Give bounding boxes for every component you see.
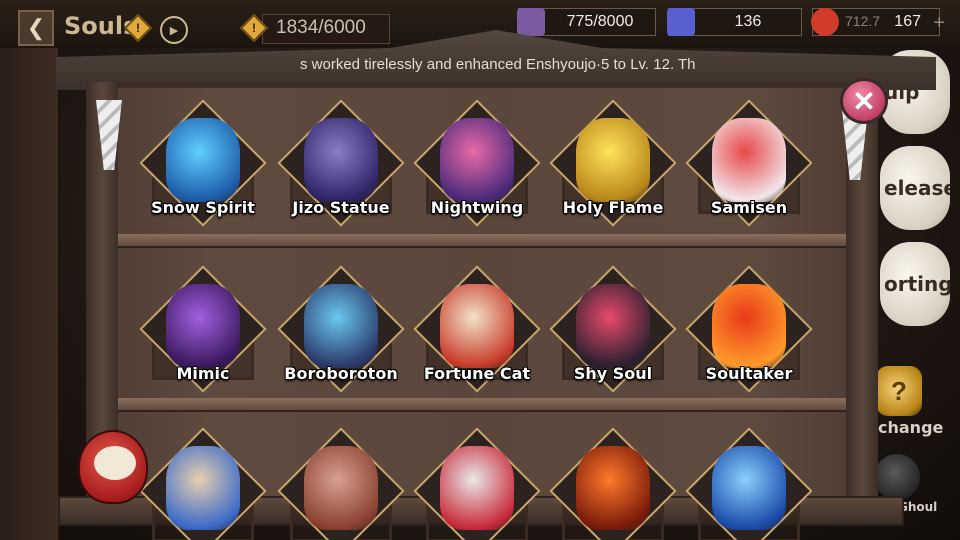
close-button[interactable]: ✕: [840, 78, 888, 124]
play-icon[interactable]: ▶: [160, 16, 188, 44]
back-button[interactable]: ❮: [18, 10, 54, 46]
back-arrow-icon: ❮: [26, 15, 46, 40]
soul-art: [576, 446, 650, 530]
soul-art: [166, 118, 240, 202]
soul-name: Samisen: [710, 198, 788, 217]
jade-resource[interactable]: 136: [667, 8, 802, 36]
close-icon: ✕: [852, 85, 876, 117]
soul-art: [304, 446, 378, 530]
soul-art: [166, 284, 240, 368]
stamina-resource[interactable]: 775/8000: [517, 8, 656, 36]
sorting-button[interactable]: orting: [880, 242, 950, 326]
ghoul-icon[interactable]: [872, 452, 922, 502]
soul-name: Mimic: [176, 364, 230, 383]
soul-name: Shy Soul: [573, 364, 653, 383]
jade-icon: [667, 8, 695, 36]
shelf-plank: [118, 398, 846, 412]
sorting-label: orting: [884, 272, 950, 296]
soul-name: Snow Spirit: [151, 198, 255, 217]
soul-name: Boroboroton: [284, 364, 398, 383]
daruma-icon[interactable]: [78, 430, 148, 504]
event-currency-icon: [811, 8, 839, 36]
soul-card[interactable]: Samisen: [685, 99, 813, 230]
soul-card[interactable]: [277, 427, 405, 540]
soul-card[interactable]: Mimic: [139, 265, 267, 396]
soul-art: [712, 284, 786, 368]
soul-art: [712, 446, 786, 530]
soul-art: [166, 446, 240, 530]
soul-capacity: 1834/6000: [276, 17, 366, 38]
soul-art: [712, 118, 786, 202]
soul-name: Fortune Cat: [423, 364, 531, 383]
left-wall: [0, 40, 60, 540]
soul-art: [440, 446, 514, 530]
stamina-icon: [517, 8, 545, 36]
soul-name: Soultaker: [705, 364, 793, 383]
release-button[interactable]: elease: [880, 146, 950, 230]
soul-card[interactable]: Jizo Statue: [277, 99, 405, 230]
soul-name: Jizo Statue: [292, 198, 390, 217]
jade-value: 136: [734, 13, 762, 30]
soul-art: [304, 284, 378, 368]
change-label[interactable]: change: [878, 418, 943, 437]
soul-card[interactable]: [413, 427, 541, 540]
shelf-plank: [118, 234, 846, 248]
soul-card[interactable]: Snow Spirit: [139, 99, 267, 230]
change-icon[interactable]: ?: [876, 366, 922, 416]
soul-art: [576, 118, 650, 202]
soul-card[interactable]: Boroboroton: [277, 265, 405, 396]
event-currency-resource[interactable]: 167 712.7 +: [811, 8, 945, 36]
soul-card[interactable]: Shy Soul: [549, 265, 677, 396]
stamina-value: 775/8000: [566, 13, 634, 30]
overlay-value: 712.7: [845, 13, 881, 29]
soul-card[interactable]: [549, 427, 677, 540]
soul-art: [576, 284, 650, 368]
soul-name: Holy Flame: [562, 198, 664, 217]
soul-art: [440, 118, 514, 202]
soul-name: Nightwing: [430, 198, 524, 217]
soul-card[interactable]: Fortune Cat: [413, 265, 541, 396]
soul-card[interactable]: [685, 427, 813, 540]
add-currency-icon[interactable]: +: [933, 12, 945, 35]
soul-card[interactable]: [139, 427, 267, 540]
soul-art: [440, 284, 514, 368]
soul-card[interactable]: Nightwing: [413, 99, 541, 230]
soul-card[interactable]: Soultaker: [685, 265, 813, 396]
daruma-face: [94, 446, 136, 480]
release-label: elease: [884, 176, 950, 200]
soul-art: [304, 118, 378, 202]
soul-card[interactable]: Holy Flame: [549, 99, 677, 230]
announcement-ticker: s worked tirelessly and enhanced Enshyou…: [300, 56, 696, 73]
